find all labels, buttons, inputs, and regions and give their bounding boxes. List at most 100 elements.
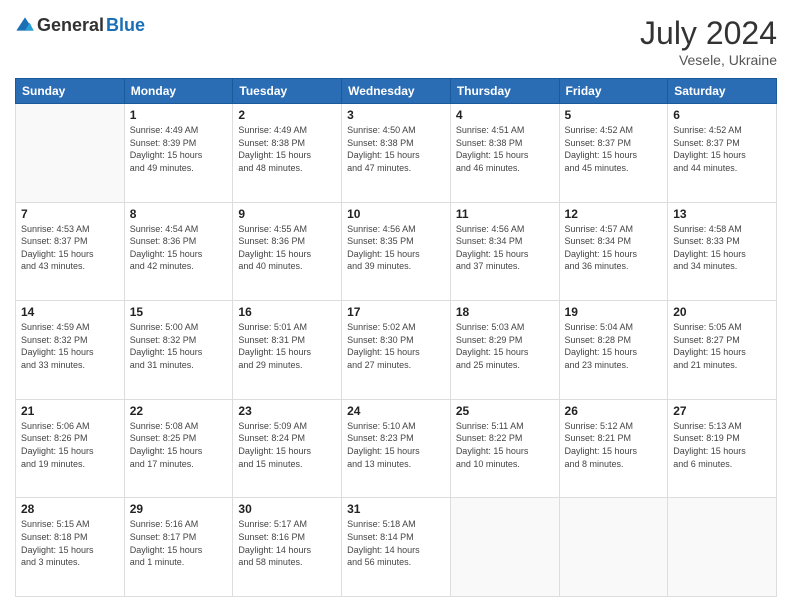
calendar-cell: 8 Sunrise: 4:54 AM Sunset: 8:36 PM Daylig…: [124, 202, 233, 301]
day-number: 21: [21, 404, 119, 418]
day-number: 1: [130, 108, 228, 122]
day-info: Sunrise: 5:01 AM Sunset: 8:31 PM Dayligh…: [238, 321, 336, 371]
logo-text-blue: Blue: [106, 15, 145, 36]
calendar-cell: 23Sunrise: 5:09 AM Sunset: 8:24 PM Dayli…: [233, 399, 342, 498]
day-number: 13: [673, 207, 771, 221]
calendar-cell: 25Sunrise: 5:11 AM Sunset: 8:22 PM Dayli…: [450, 399, 559, 498]
calendar-cell: 20 Sunrise: 5:05 AM Sunset: 8:27 PM Dayli…: [668, 301, 777, 400]
day-number: 27: [673, 404, 771, 418]
header-row: Sunday Monday Tuesday Wednesday Thursday…: [16, 79, 777, 104]
calendar-cell: [668, 498, 777, 597]
calendar-cell: [450, 498, 559, 597]
calendar-cell: 27 Sunrise: 5:13 AM Sunset: 8:19 PM Dayli…: [668, 399, 777, 498]
col-sunday: Sunday: [16, 79, 125, 104]
day-number: 26: [565, 404, 663, 418]
day-number: 8: [130, 207, 228, 221]
day-number: 20: [673, 305, 771, 319]
calendar-week-3: 21 Sunrise: 5:06 AM Sunset: 8:26 PM Dayli…: [16, 399, 777, 498]
title-location: Vesele, Ukraine: [640, 52, 777, 68]
day-info: Sunrise: 5:08 AM Sunset: 8:25 PM Dayligh…: [130, 420, 228, 470]
logo-icon: [15, 16, 35, 36]
day-info: Sunrise: 4:55 AM Sunset: 8:36 PM Dayligh…: [238, 223, 336, 273]
calendar-cell: 5 Sunrise: 4:52 AM Sunset: 8:37 PM Daylig…: [559, 104, 668, 203]
calendar-cell: 15Sunrise: 5:00 AM Sunset: 8:32 PM Dayli…: [124, 301, 233, 400]
calendar-cell: 30 Sunrise: 5:17 AM Sunset: 8:16 PM Dayli…: [233, 498, 342, 597]
day-info: Sunrise: 4:57 AM Sunset: 8:34 PM Dayligh…: [565, 223, 663, 273]
day-number: 24: [347, 404, 445, 418]
calendar-cell: 13Sunrise: 4:58 AM Sunset: 8:33 PM Dayli…: [668, 202, 777, 301]
day-number: 15: [130, 305, 228, 319]
page: GeneralBlue July 2024 Vesele, Ukraine Su…: [0, 0, 792, 612]
calendar-header: Sunday Monday Tuesday Wednesday Thursday…: [16, 79, 777, 104]
col-thursday: Thursday: [450, 79, 559, 104]
calendar-cell: 21 Sunrise: 5:06 AM Sunset: 8:26 PM Dayli…: [16, 399, 125, 498]
title-month: July 2024: [640, 15, 777, 52]
col-monday: Monday: [124, 79, 233, 104]
day-info: Sunrise: 4:49 AM Sunset: 8:39 PM Dayligh…: [130, 124, 228, 174]
day-info: Sunrise: 4:52 AM Sunset: 8:37 PM Dayligh…: [565, 124, 663, 174]
day-number: 6: [673, 108, 771, 122]
day-number: 9: [238, 207, 336, 221]
calendar-cell: 6 Sunrise: 4:52 AM Sunset: 8:37 PM Daylig…: [668, 104, 777, 203]
calendar-body: 1 Sunrise: 4:49 AM Sunset: 8:39 PM Daylig…: [16, 104, 777, 597]
title-block: July 2024 Vesele, Ukraine: [640, 15, 777, 68]
calendar-week-2: 14 Sunrise: 4:59 AM Sunset: 8:32 PM Dayli…: [16, 301, 777, 400]
day-info: Sunrise: 4:52 AM Sunset: 8:37 PM Dayligh…: [673, 124, 771, 174]
calendar-week-4: 28 Sunrise: 5:15 AM Sunset: 8:18 PM Dayli…: [16, 498, 777, 597]
day-info: Sunrise: 5:13 AM Sunset: 8:19 PM Dayligh…: [673, 420, 771, 470]
day-info: Sunrise: 5:06 AM Sunset: 8:26 PM Dayligh…: [21, 420, 119, 470]
col-tuesday: Tuesday: [233, 79, 342, 104]
day-number: 31: [347, 502, 445, 516]
calendar-cell: 10Sunrise: 4:56 AM Sunset: 8:35 PM Dayli…: [342, 202, 451, 301]
day-number: 30: [238, 502, 336, 516]
day-number: 16: [238, 305, 336, 319]
col-wednesday: Wednesday: [342, 79, 451, 104]
day-number: 4: [456, 108, 554, 122]
day-info: Sunrise: 4:54 AM Sunset: 8:36 PM Dayligh…: [130, 223, 228, 273]
day-info: Sunrise: 5:16 AM Sunset: 8:17 PM Dayligh…: [130, 518, 228, 568]
day-info: Sunrise: 5:11 AM Sunset: 8:22 PM Dayligh…: [456, 420, 554, 470]
day-info: Sunrise: 5:02 AM Sunset: 8:30 PM Dayligh…: [347, 321, 445, 371]
day-number: 12: [565, 207, 663, 221]
day-number: 11: [456, 207, 554, 221]
day-info: Sunrise: 4:51 AM Sunset: 8:38 PM Dayligh…: [456, 124, 554, 174]
day-info: Sunrise: 5:05 AM Sunset: 8:27 PM Dayligh…: [673, 321, 771, 371]
day-number: 14: [21, 305, 119, 319]
calendar-cell: 1 Sunrise: 4:49 AM Sunset: 8:39 PM Daylig…: [124, 104, 233, 203]
day-info: Sunrise: 4:59 AM Sunset: 8:32 PM Dayligh…: [21, 321, 119, 371]
logo: GeneralBlue: [15, 15, 145, 36]
day-info: Sunrise: 5:10 AM Sunset: 8:23 PM Dayligh…: [347, 420, 445, 470]
day-info: Sunrise: 5:03 AM Sunset: 8:29 PM Dayligh…: [456, 321, 554, 371]
day-info: Sunrise: 5:09 AM Sunset: 8:24 PM Dayligh…: [238, 420, 336, 470]
header: GeneralBlue July 2024 Vesele, Ukraine: [15, 15, 777, 68]
calendar-cell: 7 Sunrise: 4:53 AM Sunset: 8:37 PM Daylig…: [16, 202, 125, 301]
calendar-cell: 17 Sunrise: 5:02 AM Sunset: 8:30 PM Dayli…: [342, 301, 451, 400]
calendar-week-0: 1 Sunrise: 4:49 AM Sunset: 8:39 PM Daylig…: [16, 104, 777, 203]
col-saturday: Saturday: [668, 79, 777, 104]
calendar-cell: 26Sunrise: 5:12 AM Sunset: 8:21 PM Dayli…: [559, 399, 668, 498]
day-number: 19: [565, 305, 663, 319]
day-info: Sunrise: 5:17 AM Sunset: 8:16 PM Dayligh…: [238, 518, 336, 568]
day-number: 17: [347, 305, 445, 319]
day-info: Sunrise: 4:56 AM Sunset: 8:35 PM Dayligh…: [347, 223, 445, 273]
calendar-cell: 31 Sunrise: 5:18 AM Sunset: 8:14 PM Dayli…: [342, 498, 451, 597]
calendar-cell: 29Sunrise: 5:16 AM Sunset: 8:17 PM Dayli…: [124, 498, 233, 597]
day-number: 7: [21, 207, 119, 221]
day-number: 2: [238, 108, 336, 122]
day-number: 5: [565, 108, 663, 122]
calendar-cell: 4 Sunrise: 4:51 AM Sunset: 8:38 PM Daylig…: [450, 104, 559, 203]
calendar-cell: [559, 498, 668, 597]
calendar-cell: 22Sunrise: 5:08 AM Sunset: 8:25 PM Dayli…: [124, 399, 233, 498]
day-info: Sunrise: 5:18 AM Sunset: 8:14 PM Dayligh…: [347, 518, 445, 568]
calendar-cell: 24 Sunrise: 5:10 AM Sunset: 8:23 PM Dayli…: [342, 399, 451, 498]
day-info: Sunrise: 4:53 AM Sunset: 8:37 PM Dayligh…: [21, 223, 119, 273]
day-number: 28: [21, 502, 119, 516]
calendar-cell: 11Sunrise: 4:56 AM Sunset: 8:34 PM Dayli…: [450, 202, 559, 301]
calendar-cell: 12 Sunrise: 4:57 AM Sunset: 8:34 PM Dayli…: [559, 202, 668, 301]
day-info: Sunrise: 4:49 AM Sunset: 8:38 PM Dayligh…: [238, 124, 336, 174]
day-info: Sunrise: 5:15 AM Sunset: 8:18 PM Dayligh…: [21, 518, 119, 568]
logo-text-general: General: [37, 15, 104, 36]
day-info: Sunrise: 4:50 AM Sunset: 8:38 PM Dayligh…: [347, 124, 445, 174]
calendar-cell: 3Sunrise: 4:50 AM Sunset: 8:38 PM Daylig…: [342, 104, 451, 203]
calendar-cell: 18Sunrise: 5:03 AM Sunset: 8:29 PM Dayli…: [450, 301, 559, 400]
